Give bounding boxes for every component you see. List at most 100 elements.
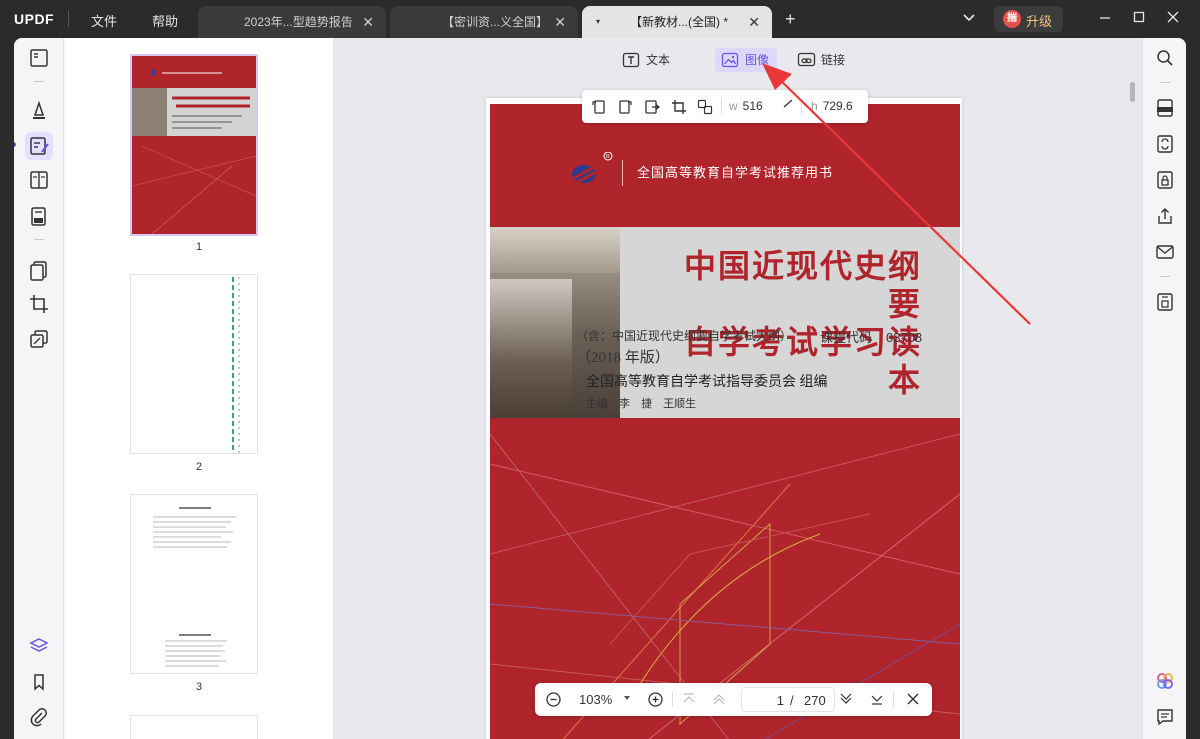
minimize-icon[interactable] — [1098, 10, 1112, 24]
close-window-icon[interactable] — [1166, 10, 1180, 24]
cover-series: 全国高等教育自学考试推荐用书 — [637, 165, 834, 180]
vertical-scrollbar[interactable] — [1130, 82, 1135, 102]
lock-ratio-icon[interactable] — [780, 98, 796, 116]
upgrade-label: 升级 — [1026, 14, 1053, 29]
zoom-level[interactable]: 103% — [579, 692, 612, 707]
thumbnail-page-3[interactable] — [130, 494, 258, 674]
toolbar-divider — [34, 239, 44, 240]
layers-icon[interactable] — [27, 634, 51, 658]
edit-image-button[interactable]: 图像 — [715, 48, 778, 72]
tab-label: 【密训资...义全国】 — [442, 15, 549, 29]
search-icon[interactable] — [1154, 47, 1176, 69]
thumbnail-page-1[interactable] — [130, 54, 258, 236]
cover-divider — [622, 160, 623, 186]
attachment-icon[interactable] — [27, 705, 51, 729]
title-bar: UPDF 文件 帮助 2023年...型趋势报告 ✕ 【密训资...义全国】 ✕… — [0, 0, 1200, 38]
zoom-out-icon[interactable] — [545, 691, 562, 708]
active-indicator — [14, 142, 16, 147]
crop-icon[interactable] — [27, 292, 51, 316]
avatar: 揣 — [1003, 10, 1021, 28]
first-page-icon[interactable] — [681, 691, 697, 707]
rotate-right-icon[interactable] — [616, 98, 634, 116]
page-tools-icon[interactable] — [27, 258, 51, 282]
text-icon — [622, 51, 640, 69]
image-height-field[interactable]: h 729.6 — [811, 99, 853, 113]
ai-assistant-icon[interactable] — [1154, 670, 1176, 692]
thumbnail-label: 3 — [195, 681, 203, 693]
email-icon[interactable] — [1154, 241, 1176, 263]
form-icon[interactable] — [27, 204, 51, 228]
app-logo: UPDF — [14, 11, 55, 27]
tab-menu-icon[interactable]: ▾ — [596, 6, 600, 38]
new-tab-button[interactable]: + — [785, 9, 796, 30]
image-width-field[interactable]: w 516 — [729, 99, 763, 113]
thumbnail-label: 2 — [195, 461, 203, 473]
zoom-dropdown-icon[interactable] — [623, 694, 631, 702]
document-viewer: 文本 图像 链接 R 全国高等教育自学考试推荐用书 中国近现代史纲要 自学考试学… — [333, 38, 1142, 739]
stamp-pages-icon[interactable] — [27, 327, 51, 351]
prop-divider — [721, 98, 722, 115]
cover-editors: 主编 李 捷 王顺生 — [586, 398, 697, 410]
next-page-icon[interactable] — [838, 691, 854, 707]
nav-divider — [672, 692, 673, 707]
cover-includes: （含：中国近现代史纲要自学考试大纲） — [576, 329, 793, 343]
edit-image-label: 图像 — [745, 53, 770, 67]
convert-icon[interactable] — [1154, 133, 1176, 155]
last-page-icon[interactable] — [869, 691, 885, 707]
svg-text:R: R — [606, 154, 610, 160]
cover-image[interactable]: R 全国高等教育自学考试推荐用书 中国近现代史纲要 自学考试学习读本 （含：中国… — [490, 104, 960, 739]
ocr-icon[interactable] — [1154, 97, 1176, 119]
right-toolbar — [1142, 38, 1186, 739]
bookmark-icon[interactable] — [27, 670, 51, 694]
cover-edition: （2018 年版） — [576, 350, 670, 366]
close-icon[interactable] — [905, 691, 921, 707]
protect-icon[interactable] — [1154, 169, 1176, 191]
tab-textbook[interactable]: ▾ 【新教材...(全国) * ✕ — [582, 6, 772, 38]
page-number-input[interactable]: 1 / 270 — [741, 687, 835, 712]
reader-icon[interactable] — [27, 46, 51, 70]
edit-link-button[interactable]: 链接 — [791, 48, 845, 72]
crop-image-icon[interactable] — [670, 98, 688, 116]
thumbnail-panel: 1 2 3 — [65, 38, 333, 739]
menu-file[interactable]: 文件 — [91, 11, 117, 30]
page-navigation-bar: 103% 1 / 270 — [535, 683, 932, 716]
extract-image-icon[interactable] — [643, 98, 661, 116]
toolbar-divider — [1160, 276, 1170, 277]
replace-image-icon[interactable] — [696, 98, 714, 116]
comment-icon[interactable] — [27, 98, 51, 122]
thumbnail-label: 1 — [195, 241, 203, 253]
previous-page-icon[interactable] — [711, 691, 727, 707]
organize-icon[interactable] — [27, 168, 51, 192]
zoom-in-icon[interactable] — [647, 691, 664, 708]
thumbnail-page-2[interactable] — [130, 274, 258, 454]
toolbar-divider — [1160, 82, 1170, 83]
menu-help[interactable]: 帮助 — [152, 11, 178, 30]
cover-decoration — [490, 433, 960, 739]
chevron-down-icon[interactable] — [962, 10, 976, 24]
link-icon — [797, 51, 817, 69]
save-icon[interactable] — [1154, 291, 1176, 313]
close-icon[interactable]: ✕ — [554, 6, 566, 38]
image-property-bar: w 516 h 729.6 — [582, 90, 868, 123]
close-icon[interactable]: ✕ — [748, 6, 760, 38]
pdf-page[interactable]: R 全国高等教育自学考试推荐用书 中国近现代史纲要 自学考试学习读本 （含：中国… — [486, 98, 962, 739]
nav-divider — [893, 692, 894, 707]
edit-pdf-icon[interactable] — [25, 132, 53, 160]
upgrade-button[interactable]: 揣 升级 — [994, 6, 1063, 32]
title-separator — [68, 11, 69, 27]
close-icon[interactable]: ✕ — [362, 6, 374, 38]
publisher-logo-icon: R — [570, 152, 618, 196]
rotate-left-icon[interactable] — [590, 98, 608, 116]
main-window: 1 2 3 文本 图像 链接 R 全国高等教育自学考试推荐用书 中国近现代史纲要… — [14, 38, 1186, 739]
tab-report[interactable]: 2023年...型趋势报告 ✕ — [198, 6, 386, 38]
prop-divider — [801, 98, 802, 115]
tab-notes[interactable]: 【密训资...义全国】 ✕ — [390, 6, 578, 38]
maximize-icon[interactable] — [1132, 10, 1146, 24]
edit-text-button[interactable]: 文本 — [616, 48, 670, 72]
comments-panel-icon[interactable] — [1154, 706, 1176, 728]
share-icon[interactable] — [1154, 205, 1176, 227]
thumbnail-page-4[interactable] — [130, 715, 258, 739]
edit-text-label: 文本 — [646, 53, 671, 67]
edit-link-label: 链接 — [821, 53, 846, 67]
cover-title-band: 中国近现代史纲要 自学考试学习读本 （含：中国近现代史纲要自学考试大纲） 课程代… — [490, 227, 960, 418]
